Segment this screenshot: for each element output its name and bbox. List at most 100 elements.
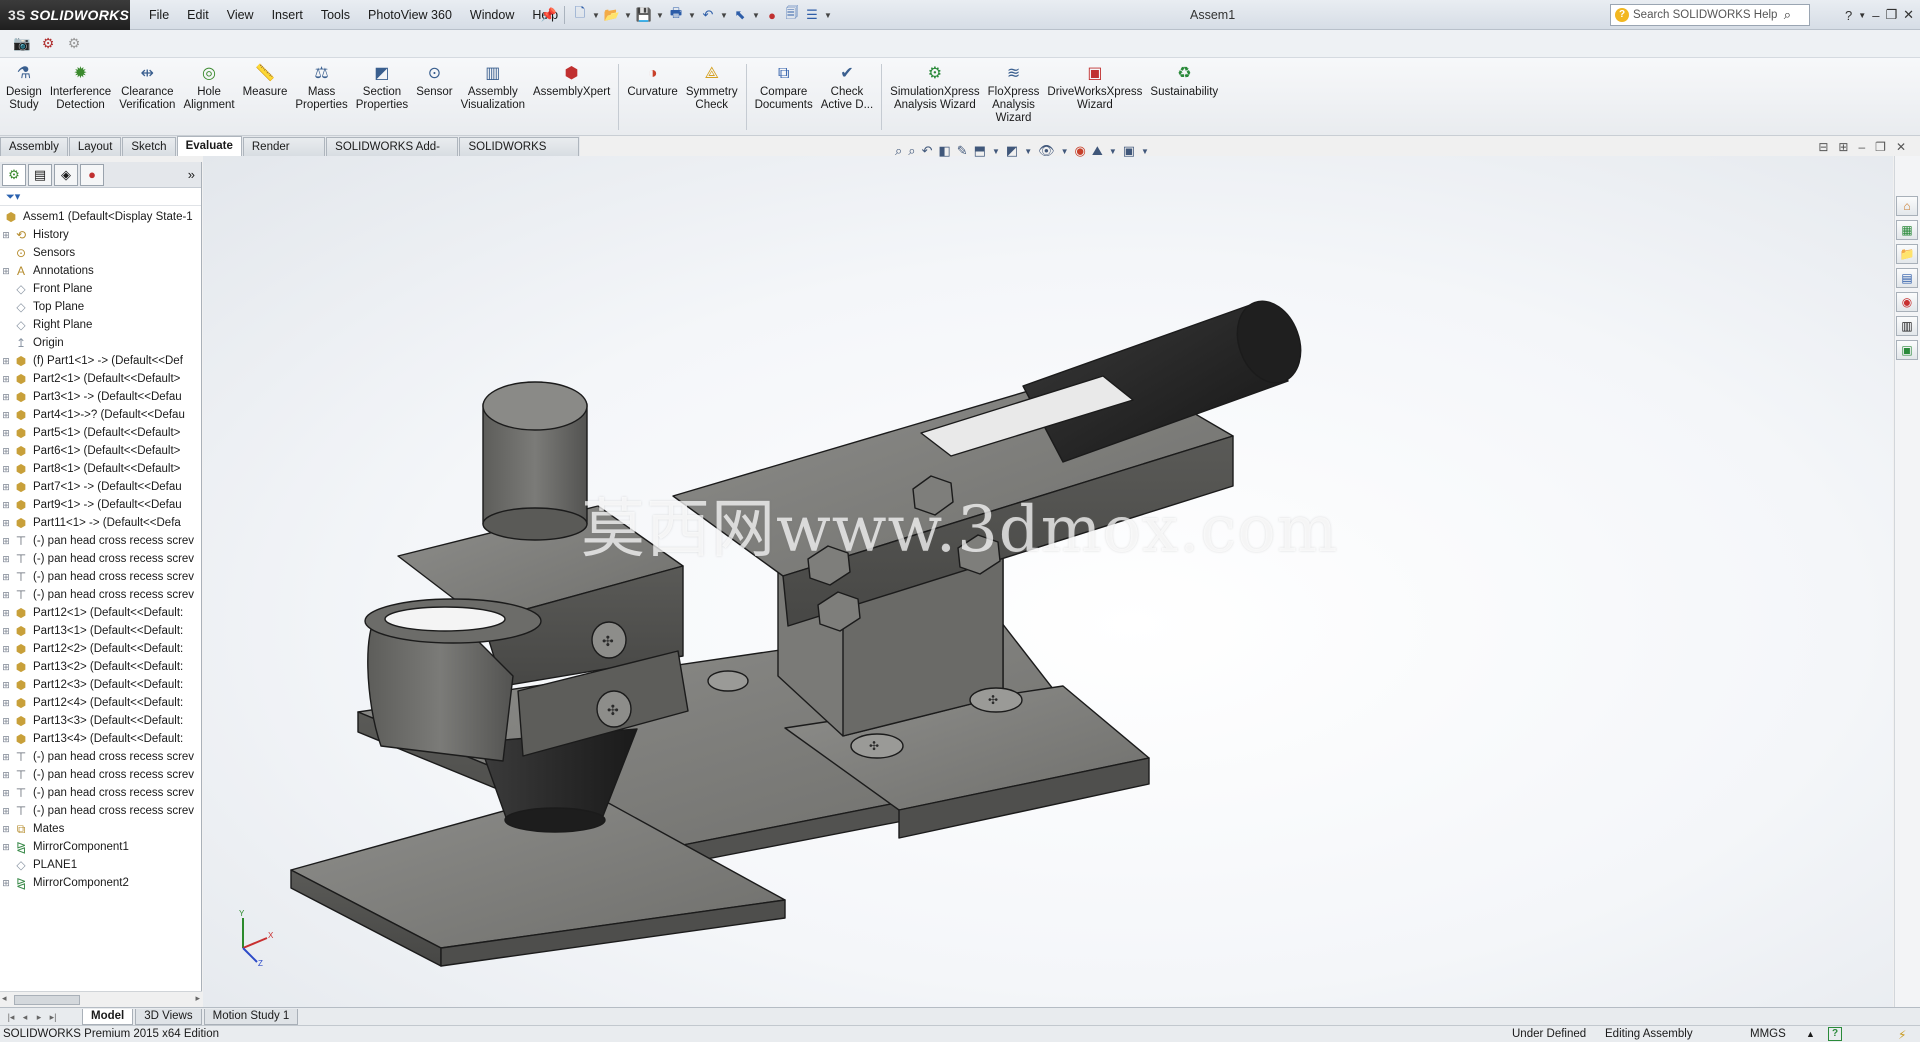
- chevron-down-icon[interactable]: ▼: [1024, 147, 1032, 156]
- feature-tree-scrollbar[interactable]: ◂ ▸: [0, 991, 202, 1007]
- minimize-icon[interactable]: –: [1858, 140, 1865, 154]
- close-icon[interactable]: ✕: [1896, 140, 1906, 154]
- scroll-thumb[interactable]: [14, 995, 80, 1005]
- tree-item[interactable]: ⊞ ⊤ (-) pan head cross recess screv: [0, 550, 201, 568]
- interference-detection-button[interactable]: ✹ Interference Detection: [46, 58, 115, 112]
- tree-item[interactable]: ↥ Origin: [0, 334, 201, 352]
- graphics-area[interactable]: ✣ ✣ ✣ ✣ 莫西网www.3dmox.com Y X Z: [203, 156, 1893, 1007]
- expand-icon[interactable]: ⊞: [0, 784, 12, 802]
- chevron-down-icon[interactable]: ▼: [623, 6, 633, 24]
- design-study-button[interactable]: ⚗ Design Study: [2, 58, 46, 112]
- apply-scene-icon[interactable]: ⛰: [1092, 143, 1103, 159]
- menu-insert[interactable]: Insert: [263, 0, 312, 30]
- scroll-left-icon[interactable]: ◂: [2, 993, 7, 1004]
- tree-item[interactable]: ⊞ ⊤ (-) pan head cross recess screv: [0, 748, 201, 766]
- expand-icon[interactable]: ⊞: [0, 388, 12, 406]
- floxpress-button[interactable]: ≋ FloXpress Analysis Wizard: [984, 58, 1044, 125]
- search-icon[interactable]: ⌕: [1784, 7, 1791, 23]
- expand-icon[interactable]: ⊞: [0, 406, 12, 424]
- tree-item[interactable]: ⊞ ⬢ Part12<1> (Default<<Default:: [0, 604, 201, 622]
- tree-item[interactable]: ◇ PLANE1: [0, 856, 201, 874]
- previous-view-icon[interactable]: ↶: [922, 143, 933, 159]
- chevron-down-icon[interactable]: ▼: [687, 6, 697, 24]
- edit-appearance-icon[interactable]: ◉: [1075, 143, 1086, 159]
- view-orientation-icon[interactable]: ⬒: [974, 143, 986, 159]
- tab-solidworks-mbd[interactable]: SOLIDWORKS MBD: [459, 137, 579, 171]
- solidworks-logo[interactable]: 3S SOLIDWORKS: [0, 0, 130, 30]
- curvature-button[interactable]: ◑ Curvature: [623, 58, 682, 99]
- hide-show-items-icon[interactable]: 👁: [1038, 143, 1055, 159]
- first-tab-icon[interactable]: |◂: [4, 1010, 18, 1024]
- zoom-to-fit-icon[interactable]: ⌕: [895, 143, 902, 159]
- solidworks-forum-icon[interactable]: ▣: [1896, 340, 1918, 360]
- tree-item[interactable]: ◇ Front Plane: [0, 280, 201, 298]
- camera-icon[interactable]: 📷: [12, 35, 32, 52]
- expand-icon[interactable]: ⊞: [0, 586, 12, 604]
- tab-assembly[interactable]: Assembly: [0, 137, 68, 156]
- custom-properties-icon[interactable]: ▥: [1896, 316, 1918, 336]
- tree-item[interactable]: ⊞ ⬢ Part12<3> (Default<<Default:: [0, 676, 201, 694]
- help-search-box[interactable]: ? Search SOLIDWORKS Help ⌕: [1610, 4, 1810, 26]
- expand-icon[interactable]: ⊞: [0, 712, 12, 730]
- chevron-down-icon[interactable]: ▼: [1141, 147, 1149, 156]
- last-tab-icon[interactable]: ▸|: [46, 1010, 60, 1024]
- tree-root-assembly[interactable]: ⬢ Assem1 (Default<Display State-1: [0, 208, 201, 226]
- assembly-model-view[interactable]: ✣ ✣ ✣ ✣: [203, 156, 1893, 1007]
- tree-item[interactable]: ⊞ ⊤ (-) pan head cross recess screv: [0, 802, 201, 820]
- chevron-down-icon[interactable]: ▼: [751, 6, 761, 24]
- view-palette-icon[interactable]: ▤: [1896, 268, 1918, 288]
- expand-icon[interactable]: ⊞: [0, 730, 12, 748]
- chevron-down-icon[interactable]: ▼: [655, 6, 665, 24]
- configuration-manager-tab-icon[interactable]: ◈: [54, 163, 78, 186]
- feature-tree-tab-icon[interactable]: ⚙: [2, 163, 26, 186]
- expand-icon[interactable]: ⊞: [0, 550, 12, 568]
- status-units-button[interactable]: MMGS: [1750, 1026, 1786, 1042]
- scroll-right-icon[interactable]: ▸: [195, 993, 200, 1004]
- property-manager-tab-icon[interactable]: ▤: [28, 163, 52, 186]
- previous-tab-icon[interactable]: ◂: [18, 1010, 32, 1024]
- assemblyxpert-button[interactable]: ⬢ AssemblyXpert: [529, 58, 614, 99]
- tab-3d-views[interactable]: 3D Views: [135, 1008, 202, 1025]
- file-explorer-icon[interactable]: 📁: [1896, 244, 1918, 264]
- expand-icon[interactable]: ⊞: [0, 676, 12, 694]
- expand-icon[interactable]: ⊞: [0, 802, 12, 820]
- tree-item[interactable]: ⊞ ⬢ Part8<1> (Default<<Default>: [0, 460, 201, 478]
- restore-icon[interactable]: ❐: [1885, 7, 1897, 23]
- expand-icon[interactable]: ⊞: [0, 748, 12, 766]
- tree-item[interactable]: ⊞ ⬢ Part3<1> -> (Default<<Defau: [0, 388, 201, 406]
- tree-item[interactable]: ⊞ ⬢ Part4<1>->? (Default<<Defau: [0, 406, 201, 424]
- expand-icon[interactable]: ⊞: [0, 640, 12, 658]
- tab-evaluate[interactable]: Evaluate: [176, 136, 242, 156]
- expand-icon[interactable]: ⊞: [0, 694, 12, 712]
- tab-solidworks-add-ins[interactable]: SOLIDWORKS Add-Ins: [326, 137, 459, 171]
- tab-model[interactable]: Model: [82, 1008, 134, 1025]
- tab-sketch[interactable]: Sketch: [122, 137, 176, 156]
- chevron-down-icon[interactable]: ▼: [591, 6, 601, 24]
- design-library-icon[interactable]: ▦: [1896, 220, 1918, 240]
- options-icon[interactable]: ☰: [803, 6, 821, 24]
- expand-icon[interactable]: ⊞: [0, 352, 12, 370]
- expand-icon[interactable]: ⊞: [0, 604, 12, 622]
- close-icon[interactable]: ✕: [1903, 7, 1914, 23]
- tree-item[interactable]: ◇ Top Plane: [0, 298, 201, 316]
- tree-item[interactable]: ⊙ Sensors: [0, 244, 201, 262]
- menu-edit[interactable]: Edit: [178, 0, 218, 30]
- tree-item[interactable]: ⊞ ⟲ History: [0, 226, 201, 244]
- chevron-down-icon[interactable]: ▼: [1858, 11, 1866, 20]
- minimize-icon[interactable]: –: [1872, 8, 1879, 23]
- new-document-icon[interactable]: 🗋: [571, 5, 589, 24]
- tree-item[interactable]: ⊞ ⊤ (-) pan head cross recess screv: [0, 532, 201, 550]
- clearance-verification-button[interactable]: ⇹ Clearance Verification: [115, 58, 179, 112]
- tree-item[interactable]: ⊞ ⬢ Part11<1> -> (Default<<Defa: [0, 514, 201, 532]
- symmetry-check-button[interactable]: ⟁ Symmetry Check: [682, 58, 742, 112]
- rebuild-icon[interactable]: ⚡: [1898, 1027, 1906, 1042]
- undo-icon[interactable]: ↶: [699, 6, 717, 24]
- section-properties-button[interactable]: ◩ Section Properties: [352, 58, 412, 112]
- tree-item[interactable]: ⊞ ⬢ Part13<3> (Default<<Default:: [0, 712, 201, 730]
- help-icon[interactable]: ?: [1845, 8, 1852, 23]
- expand-panel-icon[interactable]: »: [188, 167, 195, 182]
- chevron-up-icon[interactable]: ▲: [1806, 1026, 1815, 1042]
- hole-alignment-button[interactable]: ◎ Hole Alignment: [179, 58, 238, 112]
- view-settings-icon[interactable]: ▣: [1123, 143, 1135, 159]
- tree-item[interactable]: ⊞ A Annotations: [0, 262, 201, 280]
